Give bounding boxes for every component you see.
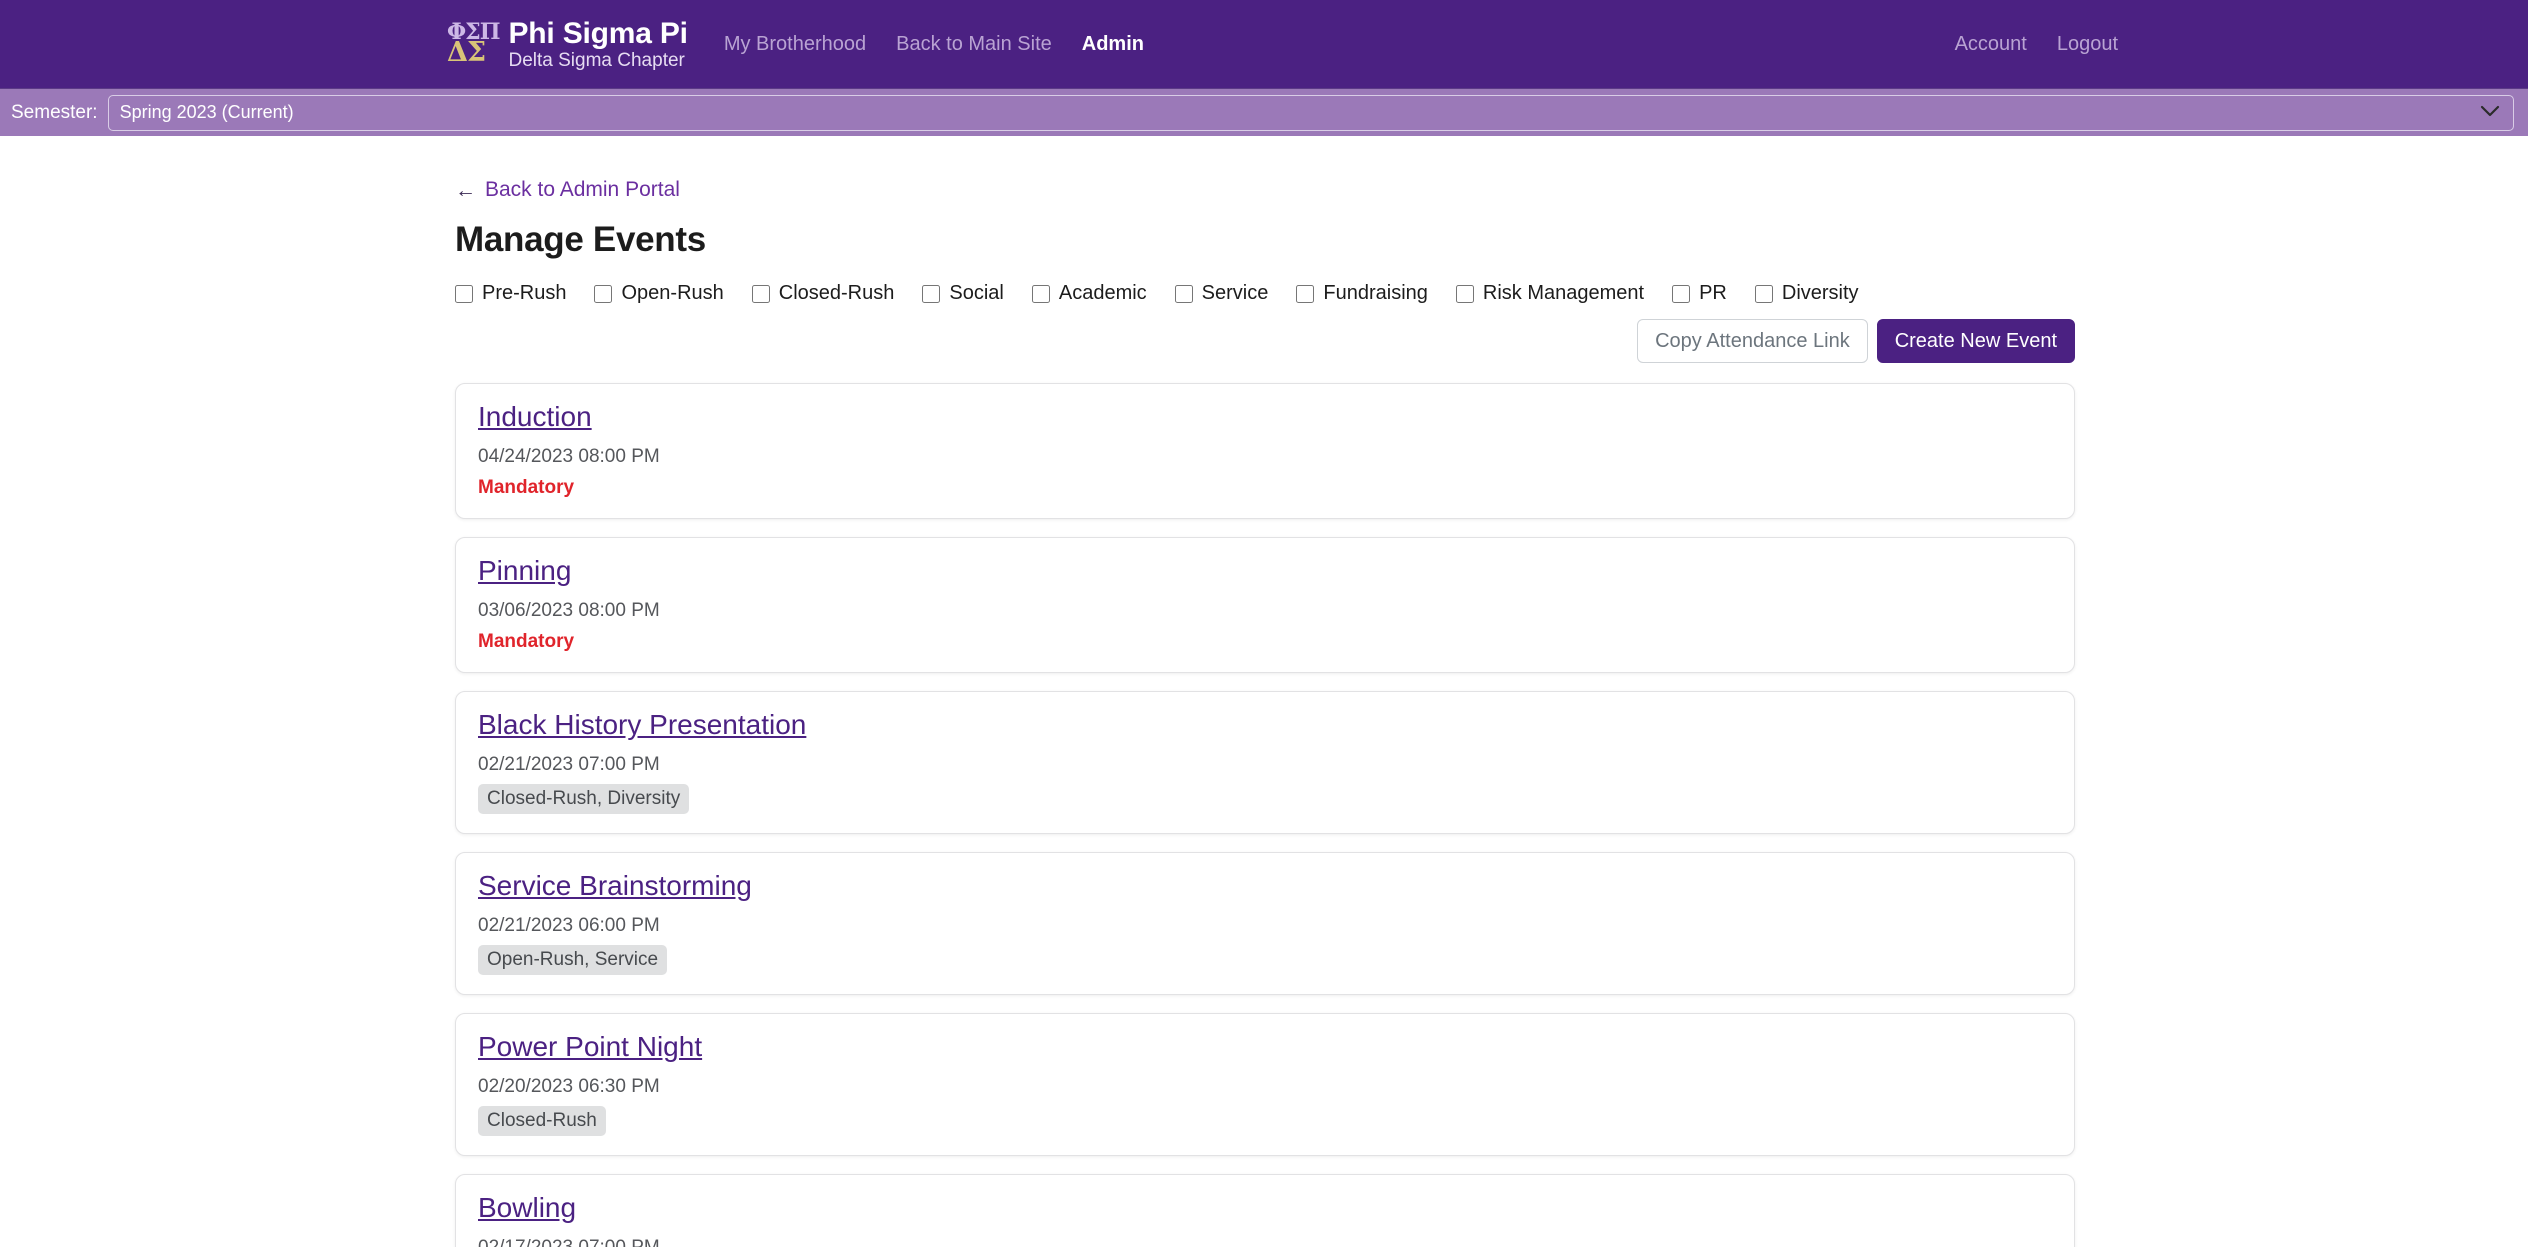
semester-select[interactable]: Spring 2023 (Current) [108,95,2514,131]
filter-label-social: Social [949,282,1003,305]
filter-checkbox-service[interactable] [1175,285,1193,303]
create-new-event-button[interactable]: Create New Event [1877,319,2075,363]
event-title-link[interactable]: Pinning [478,555,571,587]
event-datetime: 04/24/2023 08:00 PM [478,446,2052,468]
brand-chapter: Delta Sigma Chapter [509,51,688,70]
filter-checkbox-academic[interactable] [1032,285,1050,303]
brand-logo[interactable]: ΦΣΠ ΔΣ Phi Sigma Pi Delta Sigma Chapter [447,19,688,70]
event-tags-badge: Open-Rush, Service [478,945,667,975]
event-card[interactable]: Power Point Night 02/20/2023 06:30 PM Cl… [455,1013,2075,1156]
top-navbar: ΦΣΠ ΔΣ Phi Sigma Pi Delta Sigma Chapter … [0,0,2528,88]
filter-academic[interactable]: Academic [1032,282,1147,305]
event-datetime: 03/06/2023 08:00 PM [478,600,2052,622]
nav-link-admin[interactable]: Admin [1082,33,1144,56]
filter-checkbox-social[interactable] [922,285,940,303]
event-datetime: 02/21/2023 06:00 PM [478,915,2052,937]
primary-nav: My Brotherhood Back to Main Site Admin [724,33,1144,56]
filter-label-pre-rush: Pre-Rush [482,282,566,305]
filter-checkbox-diversity[interactable] [1755,285,1773,303]
event-type-filters: Pre-Rush Open-Rush Closed-Rush Social Ac… [455,282,2528,305]
event-title-link[interactable]: Service Brainstorming [478,870,752,902]
semester-selected-value: Spring 2023 (Current) [120,102,294,123]
brand-name: Phi Sigma Pi [509,19,688,49]
action-buttons: Copy Attendance Link Create New Event [455,319,2075,363]
nav-link-back-to-main-site[interactable]: Back to Main Site [896,33,1052,56]
filter-checkbox-pre-rush[interactable] [455,285,473,303]
event-mandatory-badge: Mandatory [478,477,2052,499]
event-card[interactable]: Black History Presentation 02/21/2023 07… [455,691,2075,834]
filter-label-service: Service [1202,282,1269,305]
arrow-left-icon: ← [455,180,476,201]
page-title: Manage Events [455,220,2528,260]
event-card[interactable]: Bowling 02/17/2023 07:00 PM Closed-Rush,… [455,1174,2075,1247]
back-link-label: Back to Admin Portal [485,178,680,202]
greek-letters-bottom: ΔΣ [447,41,500,66]
copy-attendance-link-button[interactable]: Copy Attendance Link [1637,319,1868,363]
event-tags-badge: Closed-Rush, Diversity [478,784,689,814]
event-tags-badge: Closed-Rush [478,1106,606,1136]
filter-label-pr: PR [1699,282,1727,305]
filter-checkbox-fundraising[interactable] [1296,285,1314,303]
filter-pre-rush[interactable]: Pre-Rush [455,282,566,305]
back-to-admin-portal-link[interactable]: ← Back to Admin Portal [455,178,680,202]
events-list: Induction 04/24/2023 08:00 PM Mandatory … [455,383,2075,1247]
filter-service[interactable]: Service [1175,282,1269,305]
event-datetime: 02/20/2023 06:30 PM [478,1076,2052,1098]
greek-letters-logo: ΦΣΠ ΔΣ [447,22,500,65]
filter-checkbox-risk-management[interactable] [1456,285,1474,303]
nav-link-my-brotherhood[interactable]: My Brotherhood [724,33,866,56]
semester-select-wrapper: Spring 2023 (Current) [108,95,2514,131]
event-title-link[interactable]: Power Point Night [478,1031,702,1063]
filter-pr[interactable]: PR [1672,282,1727,305]
filter-label-closed-rush: Closed-Rush [779,282,895,305]
filter-checkbox-pr[interactable] [1672,285,1690,303]
filter-label-academic: Academic [1059,282,1147,305]
event-mandatory-badge: Mandatory [478,631,2052,653]
event-card[interactable]: Service Brainstorming 02/21/2023 06:00 P… [455,852,2075,995]
brand-text: Phi Sigma Pi Delta Sigma Chapter [509,19,688,70]
filter-social[interactable]: Social [922,282,1003,305]
filter-label-diversity: Diversity [1782,282,1859,305]
secondary-nav: Account Logout [1955,0,2528,88]
event-title-link[interactable]: Black History Presentation [478,709,806,741]
semester-label: Semester: [11,102,98,124]
filter-diversity[interactable]: Diversity [1755,282,1859,305]
event-datetime: 02/21/2023 07:00 PM [478,754,2052,776]
filter-checkbox-open-rush[interactable] [594,285,612,303]
semester-bar: Semester: Spring 2023 (Current) [0,88,2528,136]
filter-risk-management[interactable]: Risk Management [1456,282,1644,305]
event-datetime: 02/17/2023 07:00 PM [478,1237,2052,1247]
event-card[interactable]: Pinning 03/06/2023 08:00 PM Mandatory [455,537,2075,673]
event-title-link[interactable]: Induction [478,401,592,433]
filter-closed-rush[interactable]: Closed-Rush [752,282,895,305]
nav-link-account[interactable]: Account [1955,33,2027,56]
event-title-link[interactable]: Bowling [478,1192,576,1224]
filter-open-rush[interactable]: Open-Rush [594,282,723,305]
page-content: ← Back to Admin Portal Manage Events Pre… [0,136,2528,1247]
filter-label-open-rush: Open-Rush [621,282,723,305]
event-card[interactable]: Induction 04/24/2023 08:00 PM Mandatory [455,383,2075,519]
filter-label-fundraising: Fundraising [1323,282,1428,305]
nav-link-logout[interactable]: Logout [2057,33,2118,56]
filter-fundraising[interactable]: Fundraising [1296,282,1428,305]
filter-checkbox-closed-rush[interactable] [752,285,770,303]
filter-label-risk-management: Risk Management [1483,282,1644,305]
